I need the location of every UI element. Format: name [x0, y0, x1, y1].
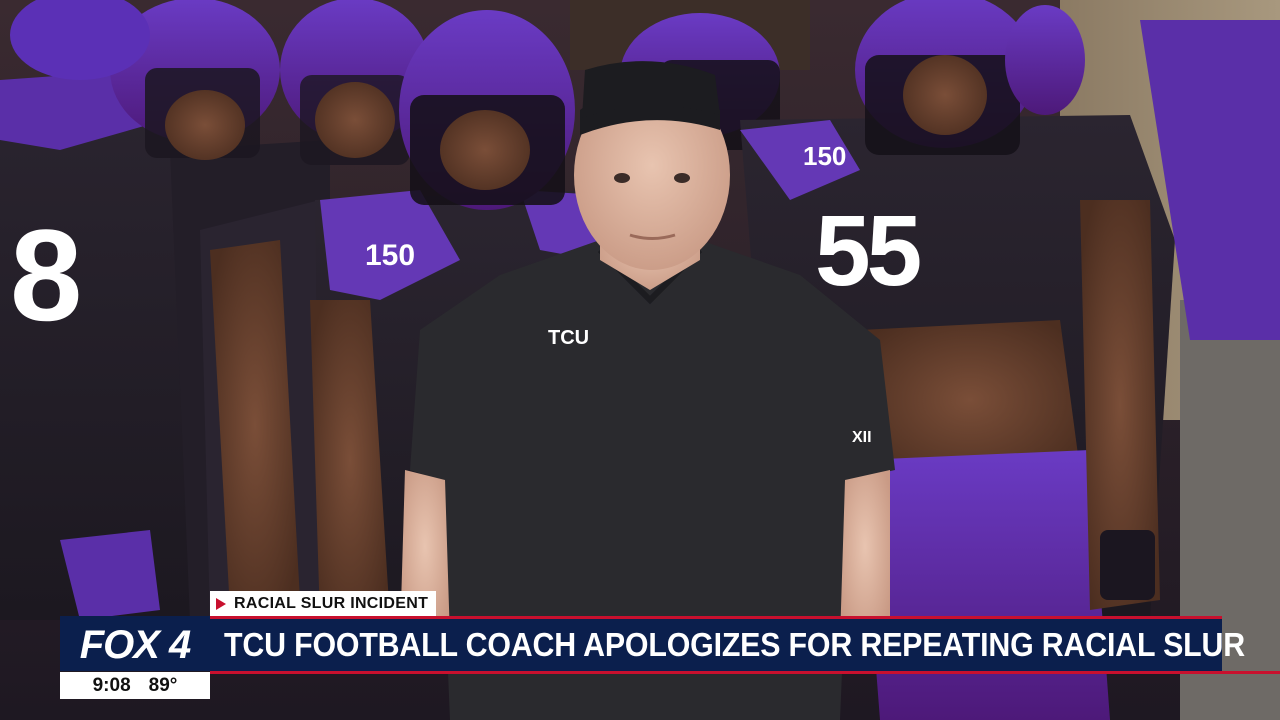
headline-text: TCU FOOTBALL COACH APOLOGIZES FOR REPEAT…: [224, 626, 1245, 663]
clock-time: 9:08: [92, 674, 131, 696]
headline-bar: TCU FOOTBALL COACH APOLOGIZES FOR REPEAT…: [210, 616, 1245, 671]
video-frame: 8 150 55 150 TCU XII RACIAL SLUR INCIDEN…: [0, 0, 1280, 720]
football-team-scene: 8 150 55 150 TCU XII: [0, 0, 1280, 720]
station-logo-text: FOX 4: [79, 622, 192, 667]
category-tag-label: RACIAL SLUR INCIDENT: [234, 594, 429, 612]
time-temp-bar: 9:08 89°: [60, 672, 210, 699]
temperature: 89°: [148, 674, 178, 696]
svg-text:8: 8: [10, 202, 82, 348]
svg-text:150: 150: [365, 239, 415, 272]
svg-text:55: 55: [815, 195, 920, 307]
svg-text:XII: XII: [852, 429, 872, 446]
svg-text:TCU: TCU: [548, 327, 589, 349]
ticker-rule: [1222, 671, 1280, 674]
category-tag: RACIAL SLUR INCIDENT: [210, 591, 437, 616]
play-arrow-icon: [216, 597, 226, 610]
station-logo: FOX 4: [60, 616, 210, 671]
svg-text:150: 150: [803, 141, 846, 171]
headline-underline: [210, 671, 1222, 674]
